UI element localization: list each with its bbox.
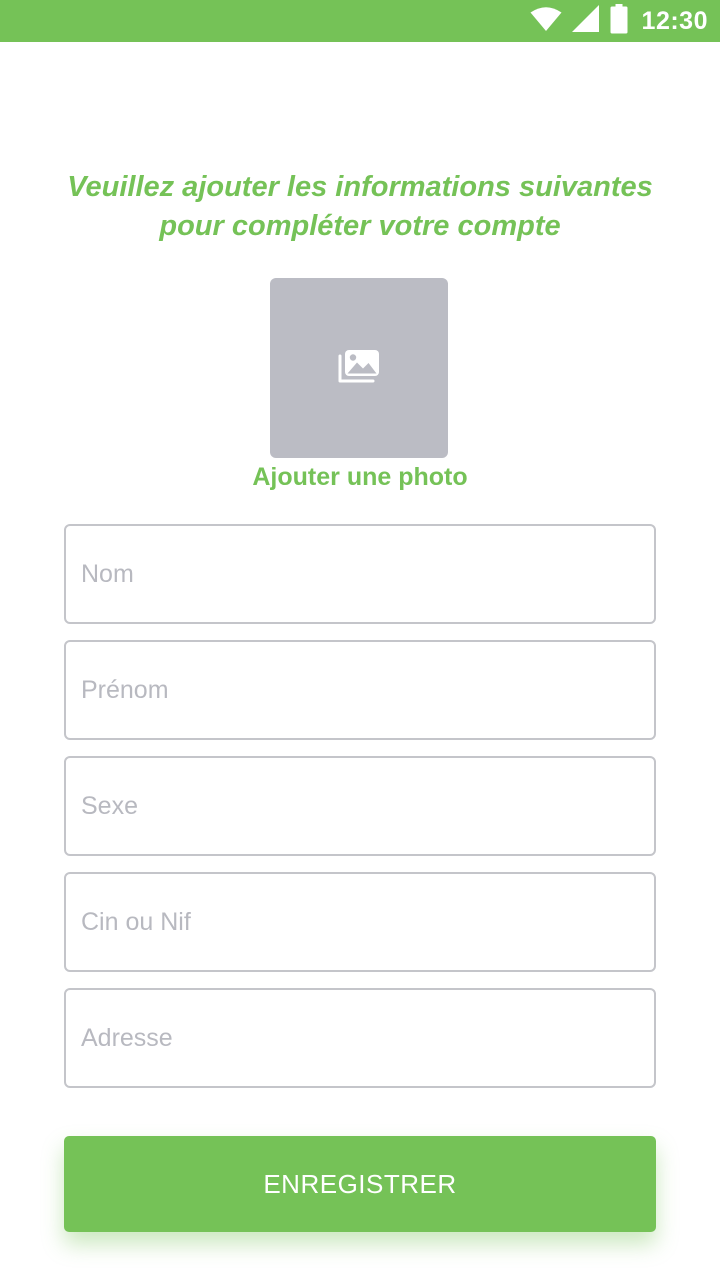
prenom-input[interactable] xyxy=(66,642,654,738)
status-icons: 12:30 xyxy=(530,0,708,42)
status-time: 12:30 xyxy=(641,6,708,35)
adresse-field[interactable] xyxy=(64,988,656,1088)
instructions-line-2: pour compléter votre compte xyxy=(159,210,561,242)
signal-icon xyxy=(571,4,600,38)
prenom-field[interactable] xyxy=(64,640,656,740)
image-gallery-icon xyxy=(338,349,380,388)
sexe-input[interactable] xyxy=(66,758,654,854)
nom-input[interactable] xyxy=(66,526,654,622)
battery-icon xyxy=(610,3,628,39)
add-photo-placeholder[interactable] xyxy=(270,278,448,458)
cin-nif-field[interactable] xyxy=(64,872,656,972)
add-photo-link[interactable]: Ajouter une photo xyxy=(160,460,560,494)
adresse-input[interactable] xyxy=(66,990,654,1086)
instructions-line-1: Veuillez ajouter les informations suivan… xyxy=(67,171,653,203)
status-bar: 12:30 xyxy=(0,0,720,42)
wifi-icon xyxy=(530,6,562,37)
save-button[interactable]: ENREGISTRER xyxy=(64,1136,656,1232)
nom-field[interactable] xyxy=(64,524,656,624)
cin-nif-input[interactable] xyxy=(66,874,654,970)
sexe-field[interactable] xyxy=(64,756,656,856)
page-instructions: Veuillez ajouter les informations suivan… xyxy=(20,168,700,246)
